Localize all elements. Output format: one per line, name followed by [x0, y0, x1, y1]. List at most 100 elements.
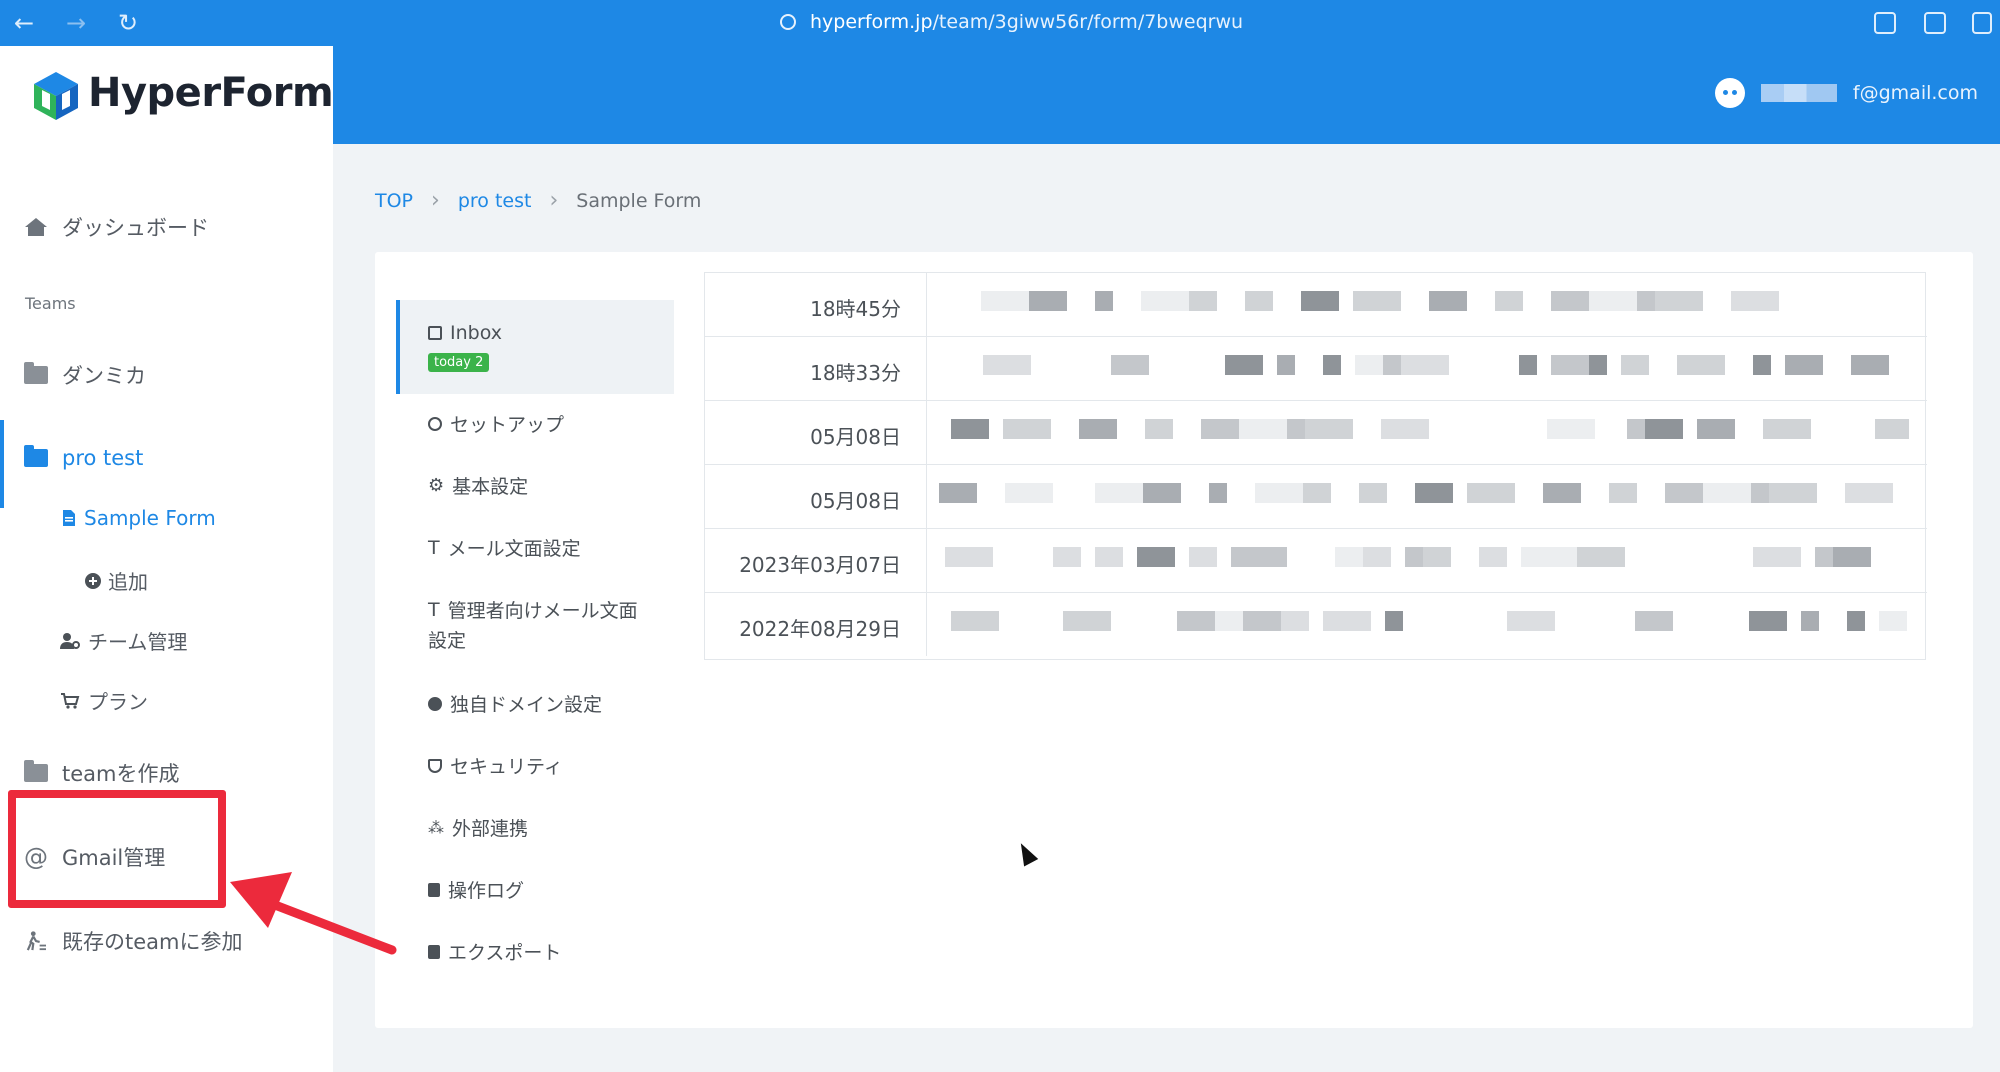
redaction-pixel — [1353, 291, 1401, 311]
redaction-pixel — [1415, 483, 1453, 503]
redaction-pixel — [1635, 611, 1673, 631]
sidebar-item-team-pro-test[interactable]: pro test — [24, 445, 144, 470]
redaction-pixel — [1355, 355, 1383, 375]
redaction-pixel — [1627, 419, 1645, 439]
redaction-pixel — [945, 547, 993, 567]
menu-active-background — [396, 300, 674, 394]
redaction-pixel — [1231, 547, 1269, 567]
redaction-pixel — [1879, 611, 1907, 631]
app-header: f@gmail.com — [333, 46, 2000, 144]
redacted-username — [1760, 84, 1837, 102]
menu-item-integration[interactable]: ⁂ 外部連携 — [428, 814, 528, 841]
menu-item-setup[interactable]: セットアップ — [428, 410, 564, 437]
reload-icon[interactable]: ↻ — [118, 9, 138, 37]
redaction-pixel — [1363, 547, 1391, 567]
breadcrumb-top-link[interactable]: TOP — [375, 190, 413, 212]
redacted-message-preview — [929, 611, 1909, 633]
table-row[interactable]: 18時45分 — [705, 273, 1927, 337]
redaction-pixel — [1029, 291, 1067, 311]
redaction-pixel — [1589, 355, 1607, 375]
inbox-icon — [428, 326, 442, 340]
menu-item-operation-log[interactable]: 操作ログ — [428, 876, 524, 903]
menu-item-admin-mail-text-line2[interactable]: 設定 — [428, 626, 466, 653]
sidebar-item-create-team[interactable]: teamを作成 — [24, 758, 179, 788]
menu-item-label: メール文面設定 — [447, 538, 581, 560]
table-row[interactable]: 05月08日 — [705, 465, 1927, 529]
menu-item-admin-mail-text[interactable]: T 管理者向けメール文面 — [428, 596, 638, 623]
teams-section-label: Teams — [25, 294, 76, 313]
sidebar-item-label: pro test — [62, 446, 144, 470]
redaction-pixel — [1543, 483, 1581, 503]
menu-item-export[interactable]: エクスポート — [428, 938, 561, 965]
redaction-pixel — [981, 291, 1029, 311]
table-row[interactable]: 18時33分 — [705, 337, 1927, 401]
user-email: f@gmail.com — [1852, 82, 1978, 104]
redaction-pixel — [1303, 483, 1331, 503]
sidebar-item-dashboard[interactable]: ダッシュボード — [24, 212, 209, 242]
redaction-pixel — [1145, 419, 1173, 439]
redaction-pixel — [1405, 547, 1423, 567]
hyperform-logo-icon — [34, 72, 78, 120]
redaction-pixel — [1519, 355, 1537, 375]
sidebar-item-team-manage[interactable]: チーム管理 — [60, 626, 187, 655]
breadcrumb: TOP › pro test › Sample Form — [375, 188, 701, 213]
redaction-pixel — [1467, 483, 1515, 503]
menu-item-inbox[interactable]: Inbox — [428, 322, 502, 344]
redaction-pixel — [1769, 483, 1817, 503]
redaction-pixel — [1095, 547, 1123, 567]
redaction-pixel — [1143, 483, 1181, 503]
share-icon[interactable] — [1924, 12, 1946, 34]
redaction-pixel — [1063, 611, 1111, 631]
sidebar-item-team-danmika[interactable]: ダンミカ — [24, 360, 146, 390]
redaction-pixel — [1851, 355, 1889, 375]
redaction-pixel — [1003, 419, 1051, 439]
redaction-pixel — [1763, 419, 1811, 439]
menu-item-label: Inbox — [450, 322, 502, 344]
redaction-pixel — [1335, 547, 1363, 567]
redaction-pixel — [1753, 547, 1801, 567]
message-date: 05月08日 — [810, 425, 901, 449]
redaction-pixel — [1209, 483, 1227, 503]
redaction-pixel — [1301, 291, 1339, 311]
sidebar-item-add[interactable]: 追加 — [84, 566, 148, 595]
redaction-pixel — [1785, 355, 1823, 375]
redaction-pixel — [1177, 611, 1215, 631]
table-row[interactable]: 2023年03月07日 — [705, 529, 1927, 593]
table-row[interactable]: 05月08日 — [705, 401, 1927, 465]
extension-icon[interactable] — [1874, 12, 1896, 34]
sidebar-item-plan[interactable]: プラン — [60, 686, 148, 715]
address-bar[interactable]: hyperform.jp/team/3giww56r/form/7bweqrwu — [776, 10, 1243, 34]
redaction-pixel — [951, 419, 989, 439]
redaction-pixel — [1833, 547, 1871, 567]
user-menu[interactable]: f@gmail.com — [1714, 78, 1978, 108]
menu-item-label: 管理者向けメール文面 — [447, 600, 638, 622]
redaction-pixel — [1305, 419, 1353, 439]
sidebar-item-label: ダンミカ — [62, 364, 146, 388]
redaction-pixel — [1621, 355, 1649, 375]
redaction-pixel — [1095, 483, 1143, 503]
redaction-pixel — [1429, 291, 1467, 311]
menu-item-mail-text[interactable]: T メール文面設定 — [428, 534, 581, 561]
message-date: 2023年03月07日 — [739, 553, 901, 577]
menu-item-basic-settings[interactable]: ⚙ 基本設定 — [428, 472, 528, 499]
document-icon — [428, 944, 440, 959]
message-date: 18時45分 — [810, 297, 901, 321]
text-icon: T — [428, 598, 440, 621]
redaction-pixel — [951, 611, 999, 631]
brand-name: HyperForm — [88, 70, 334, 116]
forward-icon[interactable]: → — [66, 9, 86, 37]
redaction-pixel — [1423, 547, 1451, 567]
redaction-pixel — [1381, 419, 1429, 439]
sidebar-toggle-icon[interactable] — [1972, 12, 1992, 34]
sidebar-item-label: プラン — [88, 690, 148, 714]
breadcrumb-team-link[interactable]: pro test — [458, 190, 532, 212]
back-icon[interactable]: ← — [14, 9, 34, 37]
sidebar-item-join-team[interactable]: 既存のteamに参加 — [24, 926, 242, 956]
table-row[interactable]: 2022年08月29日 — [705, 593, 1927, 657]
menu-item-label: 基本設定 — [452, 476, 529, 498]
redacted-message-preview — [929, 419, 1909, 441]
menu-item-custom-domain[interactable]: 独自ドメイン設定 — [428, 690, 602, 717]
redaction-pixel — [1645, 419, 1683, 439]
menu-item-security[interactable]: セキュリティ — [428, 752, 563, 779]
sidebar-item-sample-form[interactable]: Sample Form — [62, 506, 216, 530]
